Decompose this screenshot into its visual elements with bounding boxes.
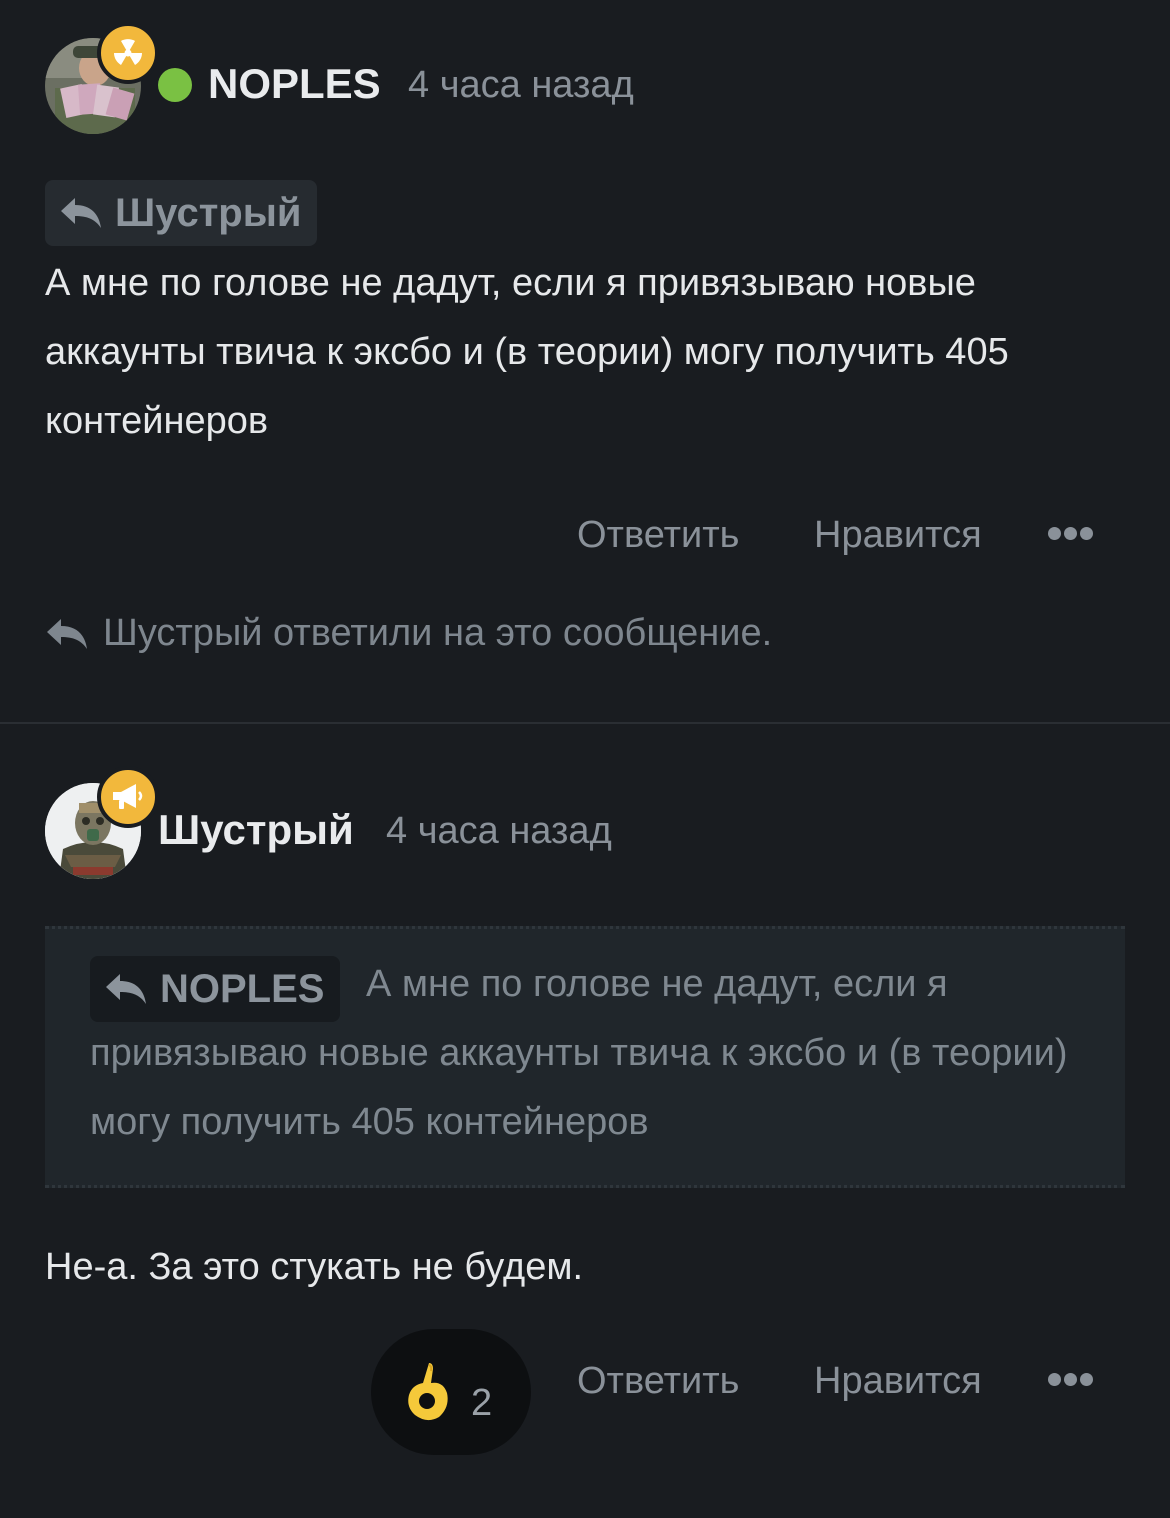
reply-arrow-icon <box>106 974 146 1004</box>
more-options-icon[interactable] <box>1048 1373 1093 1386</box>
comment-shustry: Шустрый 4 часа назад А мне по голове не … <box>0 724 1170 1518</box>
megaphone-icon <box>97 766 159 828</box>
reply-to-name: Шустрый <box>115 190 302 235</box>
reply-button[interactable]: Ответить <box>577 1360 739 1403</box>
quoted-message[interactable]: А мне по голове не дадут, если я привязы… <box>45 926 1125 1188</box>
radiation-icon <box>97 22 159 84</box>
reaction-count: 2 <box>471 1381 493 1424</box>
reply-button[interactable]: Ответить <box>577 514 739 557</box>
comment-noples: NOPLES 4 часа назад Шустрый А мне по гол… <box>0 0 1170 722</box>
quoted-author-chip[interactable]: NOPLES <box>90 956 341 1022</box>
replied-notice[interactable]: Шустрый ответили на это сообщение. <box>45 612 772 655</box>
post-time: 4 часа назад <box>386 810 612 852</box>
online-status-indicator <box>158 68 192 102</box>
quoted-author-name: NOPLES <box>160 966 325 1011</box>
reply-arrow-icon <box>61 198 101 228</box>
reaction-button[interactable]: 2 <box>371 1329 531 1455</box>
author-name[interactable]: NOPLES <box>208 60 381 108</box>
message-text: А мне по голове не дадут, если я привязы… <box>45 262 1009 442</box>
author-name[interactable]: Шустрый <box>158 806 354 854</box>
like-button[interactable]: Нравится <box>814 1360 982 1403</box>
reply-to-chip[interactable]: Шустрый <box>45 180 318 246</box>
replied-notice-text: Шустрый ответили на это сообщение. <box>103 612 773 654</box>
reply-arrow-icon <box>47 618 87 649</box>
more-options-icon[interactable] <box>1048 527 1093 540</box>
post-time: 4 часа назад <box>408 64 634 106</box>
ok-hand-icon <box>403 1361 453 1423</box>
message-text: Не-а. За это стукать не будем. <box>45 1246 584 1288</box>
like-button[interactable]: Нравится <box>814 514 982 557</box>
